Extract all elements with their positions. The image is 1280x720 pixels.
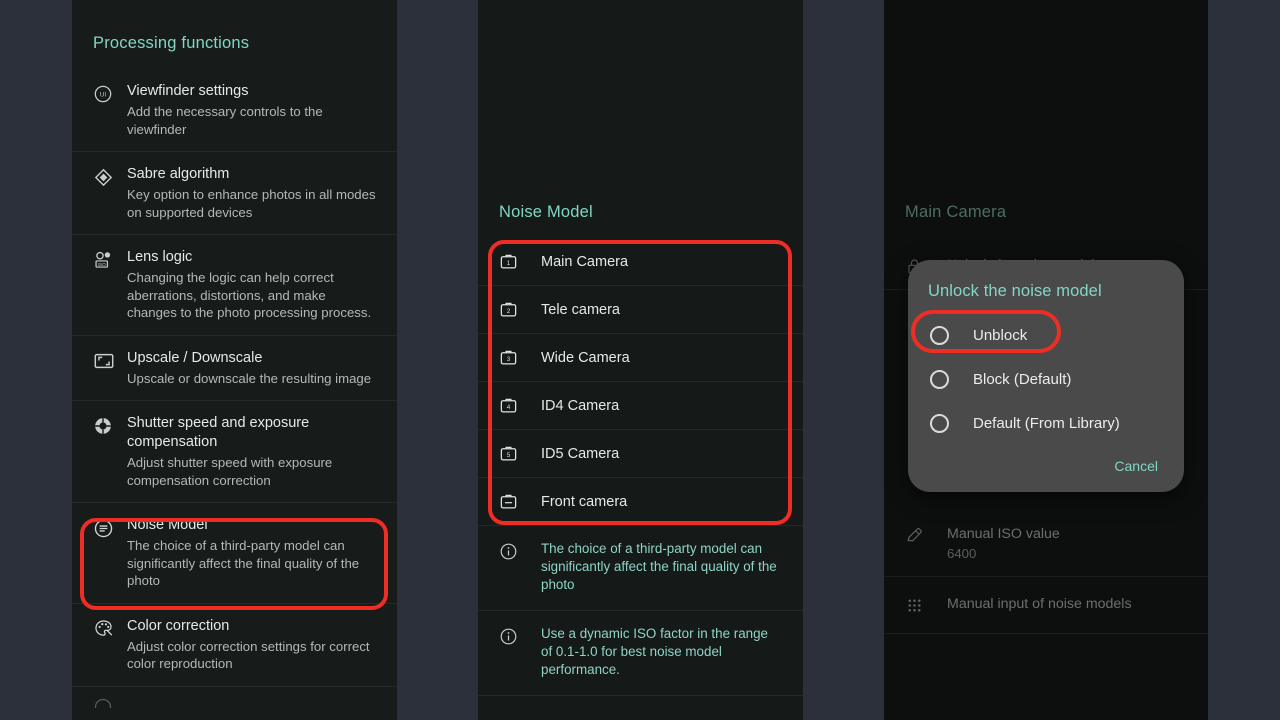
camera-5-icon: 5 — [499, 444, 541, 463]
list-item-sabre-algorithm[interactable]: Sabre algorithm Key option to enhance ph… — [72, 152, 397, 235]
list-item-lens-logic[interactable]: ISO Lens logic Changing the logic can he… — [72, 235, 397, 336]
list-item-subtitle: Upscale or downscale the resulting image — [127, 370, 372, 386]
viewfinder-ui-icon: UI — [93, 83, 127, 105]
dialog-option-label: Default (From Library) — [973, 414, 1120, 432]
radio-unblock[interactable] — [930, 325, 949, 345]
page-title-processing: Processing functions — [93, 34, 250, 52]
page-title-noise-model: Noise Model — [499, 203, 593, 221]
dialog-option-unblock[interactable]: Unblock — [908, 313, 1184, 357]
list-item-title: Viewfinder settings — [127, 83, 249, 99]
note-third-party-model: The choice of a third-party model can si… — [478, 526, 803, 611]
lens-iso-icon: ISO — [93, 249, 127, 271]
note-dynamic-iso: Use a dynamic ISO factor in the range of… — [478, 611, 803, 696]
list-item-shutter-speed-exposure[interactable]: Shutter speed and exposure compensation … — [72, 401, 397, 503]
camera-1-icon: 1 — [499, 252, 541, 271]
list-item-manual-iso-value[interactable]: Manual ISO value 6400 — [884, 512, 1208, 577]
processing-list: UI Viewfinder settings Add the necessary… — [72, 69, 397, 708]
list-item-main-camera[interactable]: 1 Main Camera — [478, 238, 803, 286]
camera-label: Front camera — [541, 493, 628, 510]
dialog-title: Unlock the noise model — [928, 282, 1102, 300]
info-icon — [499, 542, 541, 561]
panel-noise-model: Noise Model 1 Main Camera 2 Tele camera … — [478, 0, 803, 720]
svg-text:UI: UI — [100, 92, 107, 99]
list-item-color-correction[interactable]: Color correction Adjust color correction… — [72, 604, 397, 687]
info-icon — [499, 627, 541, 646]
dialog-option-default-from-library[interactable]: Default (From Library) — [908, 401, 1184, 445]
list-item-noise-model[interactable]: Noise Model The choice of a third-party … — [72, 503, 397, 604]
camera-label: ID5 Camera — [541, 445, 620, 462]
page-title-main-camera: Main Camera — [905, 203, 1007, 221]
camera-label: ID4 Camera — [541, 397, 620, 414]
svg-text:5: 5 — [507, 452, 511, 459]
camera-label: Main Camera — [541, 253, 629, 270]
svg-text:1: 1 — [507, 260, 511, 267]
list-item-subtitle: Changing the logic can help correct aber… — [127, 270, 372, 320]
list-item-front-camera[interactable]: Front camera — [478, 478, 803, 526]
palette-icon — [93, 618, 127, 640]
list-item-title: Noise Model — [127, 517, 208, 533]
scale-icon — [93, 350, 127, 372]
list-item-title: Manual ISO value — [947, 526, 1060, 542]
radio-default-from-library[interactable] — [930, 413, 949, 433]
diamond-icon — [93, 166, 127, 188]
list-item-subtitle: Adjust shutter speed with exposure compe… — [127, 455, 333, 488]
noise-model-icon — [93, 517, 127, 539]
pencil-icon — [905, 526, 947, 545]
cancel-button[interactable]: Cancel — [1106, 452, 1166, 480]
list-item-title: Sabre algorithm — [127, 166, 230, 182]
list-item-upscale-downscale[interactable]: Upscale / Downscale Upscale or downscale… — [72, 336, 397, 401]
svg-text:2: 2 — [507, 308, 511, 315]
list-item-viewfinder-settings[interactable]: UI Viewfinder settings Add the necessary… — [72, 69, 397, 152]
list-item-subtitle: Key option to enhance photos in all mode… — [127, 187, 376, 220]
camera-label: Wide Camera — [541, 349, 630, 366]
list-item-id5-camera[interactable]: 5 ID5 Camera — [478, 430, 803, 478]
svg-text:ISO: ISO — [98, 261, 106, 267]
list-item-title: Shutter speed and exposure compensation — [127, 415, 310, 450]
screenshot-stage: Processing functions UI Viewfinder setti… — [0, 0, 1280, 720]
camera-label: Tele camera — [541, 301, 620, 318]
camera-list: 1 Main Camera 2 Tele camera 3 Wide Camer… — [478, 238, 803, 696]
list-item-title: Manual input of noise models — [947, 596, 1132, 612]
list-item-subtitle: Add the necessary controls to the viewfi… — [127, 104, 323, 137]
dialog-option-label: Block (Default) — [973, 370, 1072, 388]
camera-3-icon: 3 — [499, 348, 541, 367]
aperture-icon — [93, 415, 127, 437]
camera-4-icon: 4 — [499, 396, 541, 415]
note-text: The choice of a third-party model can si… — [541, 541, 777, 592]
list-item-value: 6400 — [947, 546, 977, 561]
dialog-option-label: Unblock — [973, 326, 1028, 344]
panel-processing-functions: Processing functions UI Viewfinder setti… — [72, 0, 397, 720]
list-item-manual-input-noise-models[interactable]: Manual input of noise models — [884, 577, 1208, 634]
svg-text:3: 3 — [507, 356, 511, 363]
unlock-noise-model-dialog: Unlock the noise model Unblock Block (De… — [908, 260, 1184, 492]
list-item-title: Color correction — [127, 617, 230, 634]
grid-dots-icon — [905, 596, 947, 615]
camera-2-icon: 2 — [499, 300, 541, 319]
camera-front-icon — [499, 492, 541, 511]
dialog-option-block-default[interactable]: Block (Default) — [908, 357, 1184, 401]
radio-block-default[interactable] — [930, 369, 949, 389]
list-item-partial[interactable] — [72, 687, 397, 708]
list-item-id4-camera[interactable]: 4 ID4 Camera — [478, 382, 803, 430]
list-item-subtitle: Adjust color correction settings for cor… — [127, 638, 370, 672]
list-item-subtitle: The choice of a third-party model can si… — [127, 538, 360, 588]
main-camera-list: Manual ISO value 6400 Manual input of no… — [884, 512, 1208, 634]
list-item-tele-camera[interactable]: 2 Tele camera — [478, 286, 803, 334]
list-item-title: Upscale / Downscale — [127, 349, 263, 366]
list-item-wide-camera[interactable]: 3 Wide Camera — [478, 334, 803, 382]
dialog-options: Unblock Block (Default) Default (From Li… — [908, 313, 1184, 445]
partial-icon — [93, 696, 127, 708]
svg-text:4: 4 — [507, 404, 511, 411]
list-item-title: Lens logic — [127, 249, 193, 265]
note-text: Use a dynamic ISO factor in the range of… — [541, 626, 769, 677]
